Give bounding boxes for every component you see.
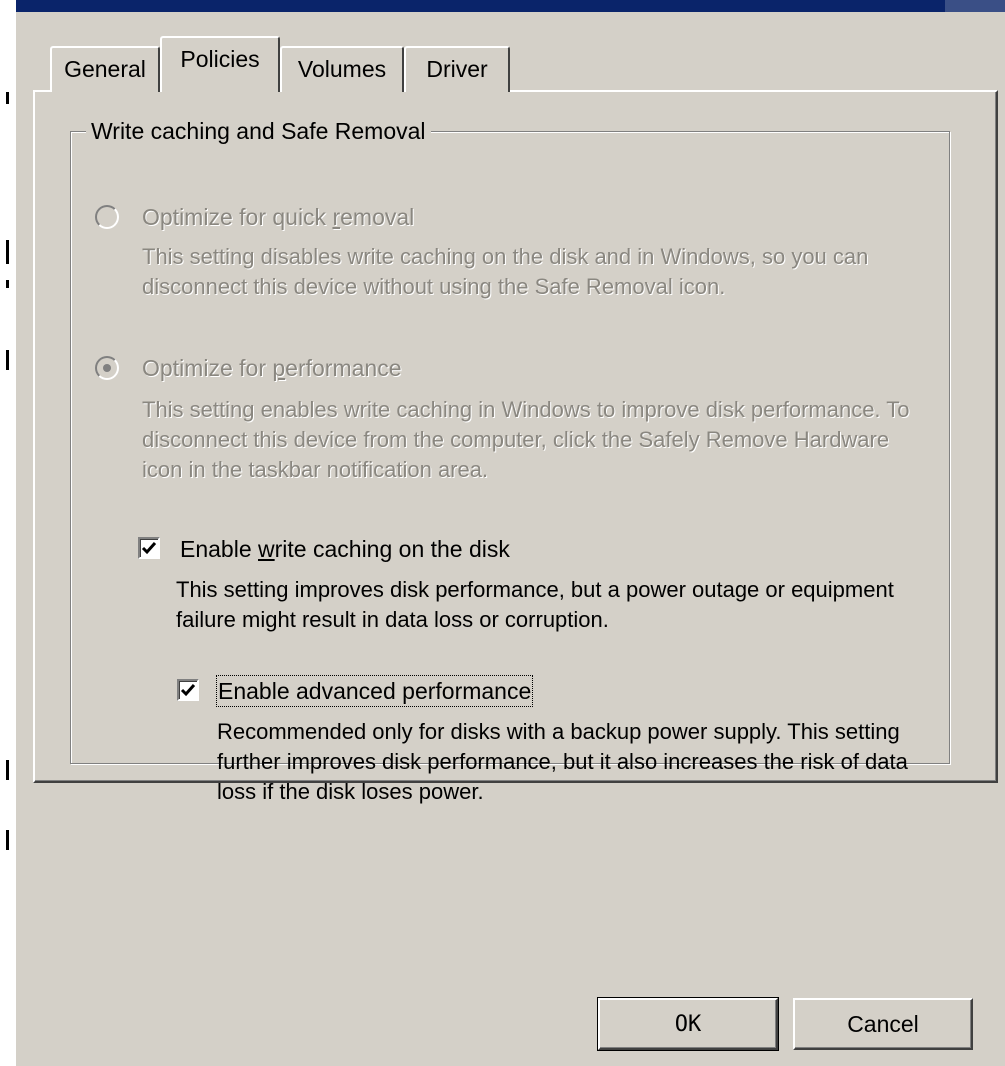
advanced-performance-description: Recommended only for disks with a backup… — [217, 719, 908, 804]
advanced-performance-label[interactable]: Enable advanced performance — [215, 675, 534, 707]
write-caching-label[interactable]: Enable write caching on the disk — [180, 535, 510, 563]
performance-radio[interactable] — [95, 356, 119, 380]
background-window-edge — [0, 0, 16, 1066]
ok-button[interactable]: OK — [597, 997, 779, 1051]
tab-policies[interactable]: Policies — [160, 36, 280, 92]
checkmark-icon — [180, 684, 196, 697]
checkmark-icon — [141, 542, 157, 555]
title-bar-edge — [16, 0, 1005, 12]
groupbox-title: Write caching and Safe Removal — [86, 117, 431, 145]
quick-removal-radio[interactable] — [95, 205, 119, 229]
tab-general[interactable]: General — [50, 46, 160, 92]
performance-label[interactable]: Optimize for performance — [142, 354, 402, 382]
write-caching-checkbox[interactable] — [138, 537, 160, 559]
performance-description: This setting enables write caching in Wi… — [142, 397, 910, 482]
advanced-performance-checkbox[interactable] — [177, 679, 199, 701]
write-caching-description: This setting improves disk performance, … — [176, 577, 894, 632]
cancel-button[interactable]: Cancel — [793, 998, 973, 1050]
tab-volumes[interactable]: Volumes — [280, 46, 404, 92]
quick-removal-description: This setting disables write caching on t… — [142, 244, 869, 299]
quick-removal-label[interactable]: Optimize for quick removal — [142, 203, 414, 231]
tab-driver[interactable]: Driver — [404, 46, 510, 92]
